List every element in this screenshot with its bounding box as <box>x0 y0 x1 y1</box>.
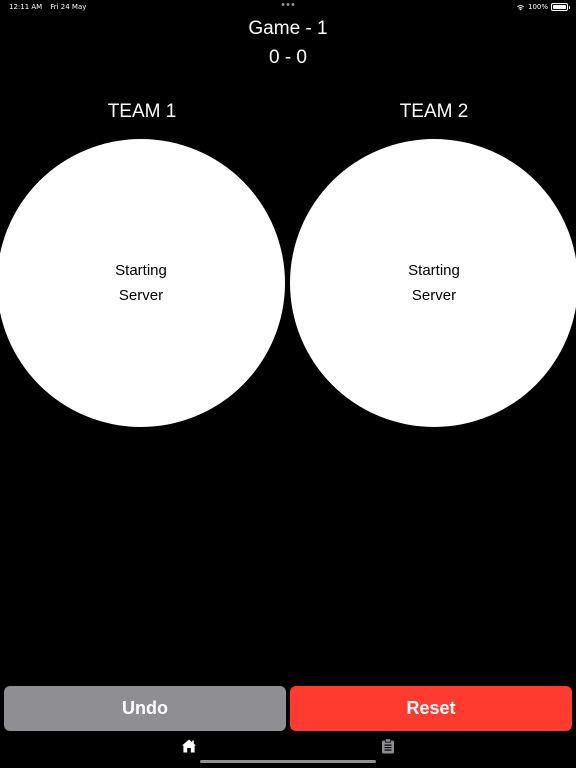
team2-label: TEAM 2 <box>399 101 469 122</box>
status-time: 12:11 AM <box>9 3 43 11</box>
tab-bar <box>0 736 576 756</box>
team1-label: TEAM 1 <box>107 101 177 122</box>
undo-button[interactable]: Undo <box>4 686 286 731</box>
multitasking-dots-icon[interactable] <box>281 3 295 6</box>
status-bar: 12:11 AM Fri 24 May 100% <box>0 0 576 14</box>
team1-score-circle[interactable]: Starting Server <box>0 139 285 427</box>
home-indicator[interactable] <box>200 760 376 763</box>
team1-starting-server-text: Starting Server <box>91 258 191 308</box>
status-left: 12:11 AM Fri 24 May <box>9 3 86 11</box>
battery-icon <box>551 3 570 11</box>
team2-starting-server-text: Starting Server <box>384 258 484 308</box>
game-header: Game - 1 0 - 0 <box>0 17 576 70</box>
reset-button[interactable]: Reset <box>290 686 572 731</box>
team2-circle-line1: Starting <box>408 262 460 279</box>
team2-score-circle[interactable]: Starting Server <box>290 139 576 427</box>
clipboard-icon[interactable] <box>381 738 395 754</box>
game-score: 0 - 0 <box>268 47 308 68</box>
team1-circle-line1: Starting <box>115 262 167 279</box>
status-date: Fri 24 May <box>50 3 87 11</box>
battery-percent: 100% <box>527 3 548 11</box>
status-right: 100% <box>516 3 570 11</box>
team1-circle-line2: Server <box>118 287 164 304</box>
wifi-icon <box>516 4 524 10</box>
battery-fill <box>553 5 566 9</box>
home-icon[interactable] <box>181 738 197 754</box>
game-title: Game - 1 <box>248 18 328 39</box>
team2-circle-line2: Server <box>411 287 457 304</box>
